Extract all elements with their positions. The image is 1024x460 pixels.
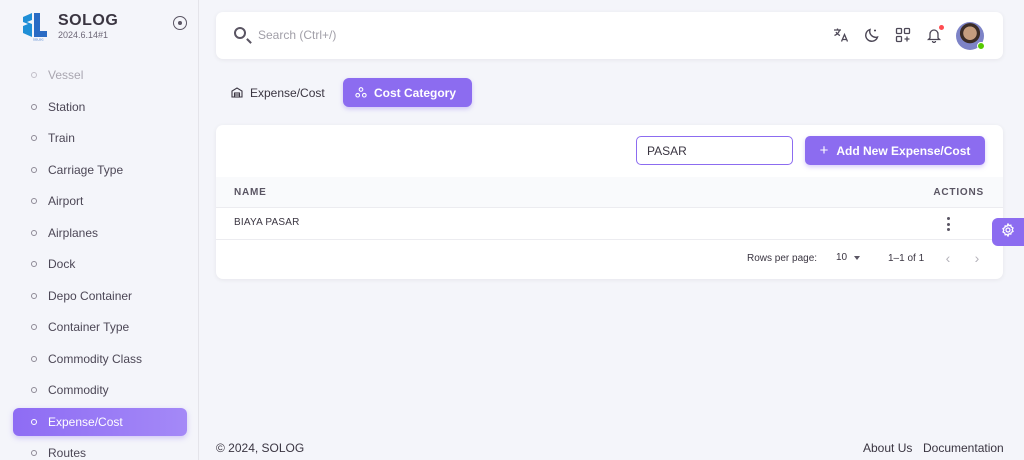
sidebar-item-routes[interactable]: Routes [13, 439, 187, 460]
customizer-toggle[interactable] [992, 218, 1024, 246]
rows-per-page-value: 10 [836, 252, 848, 263]
footer-copyright: © 2024, SOLOG [216, 441, 305, 455]
svg-text:SOLOG: SOLOG [33, 38, 44, 42]
column-header-actions: ACTIONS [933, 186, 984, 198]
circle-icon [31, 135, 37, 141]
warehouse-icon [231, 87, 243, 98]
circle-icon [31, 355, 37, 362]
sidebar-item-airplanes[interactable]: Airplanes [13, 219, 187, 247]
brand[interactable]: SOLOG SOLOG 2024.6.14#1 [20, 8, 118, 44]
circle-icon [31, 418, 37, 425]
sidebar-item-label: Dock [48, 257, 76, 271]
circle-icon [31, 261, 37, 267]
gear-icon [1001, 222, 1015, 242]
circle-icon [31, 166, 37, 173]
sidebar-item-depo-container[interactable]: Depo Container [13, 282, 187, 310]
apps-add-icon[interactable] [893, 25, 913, 45]
sidebar-item-commodity-class[interactable]: Commodity Class [13, 345, 187, 373]
more-vertical-icon[interactable] [942, 215, 954, 233]
sidebar-item-vessel[interactable]: Vessel [13, 61, 187, 89]
circle-icon [31, 72, 37, 78]
sidebar-item-expense-cost[interactable]: Expense/Cost [13, 407, 187, 436]
sidebar-item-train[interactable]: Train [13, 124, 187, 152]
tab-expense-cost[interactable]: Expense/Cost [216, 78, 340, 107]
sidebar-item-commodity[interactable]: Commodity [13, 376, 187, 404]
circle-icon [31, 103, 37, 110]
sidebar-item-label: Train [48, 131, 75, 145]
tab-cost-category[interactable]: Cost Category [343, 78, 472, 107]
chevron-left-icon[interactable]: ‹ [941, 250, 955, 266]
sidebar-item-label: Vessel [48, 68, 84, 82]
table-row[interactable]: BIAYA PASAR [216, 207, 1003, 240]
sidebar-item-label: Airport [48, 194, 84, 208]
pagination-range: 1–1 of 1 [888, 253, 925, 264]
circle-icon [31, 292, 37, 299]
collapse-sidebar-icon[interactable] [173, 16, 187, 30]
add-button-label: Add New Expense/Cost [836, 143, 971, 158]
sidebar-item-carriage-type[interactable]: Carriage Type [13, 156, 187, 184]
sidebar-item-station[interactable]: Station [13, 93, 187, 121]
moon-icon[interactable] [862, 25, 882, 45]
caret-down-icon [854, 255, 861, 260]
footer-link-about-us[interactable]: About Us [863, 441, 912, 455]
sidebar-item-dock[interactable]: Dock [13, 250, 187, 278]
table-header: NAME ACTIONS [216, 177, 1003, 207]
sidebar-item-label: Commodity Class [48, 351, 143, 366]
pagination: Rows per page: 10 1–1 of 1 ‹ › [216, 240, 1003, 279]
chevron-right-icon[interactable]: › [970, 250, 984, 266]
solog-logo: SOLOG [20, 11, 50, 42]
filter-input[interactable] [636, 136, 793, 165]
footer-link-documentation[interactable]: Documentation [923, 441, 1004, 455]
cell-name: BIAYA PASAR [234, 217, 300, 228]
circle-icon [31, 324, 37, 330]
circle-icon [31, 229, 37, 236]
sidebar-item-label: Station [48, 99, 86, 114]
circle-icon [31, 450, 37, 456]
rows-per-page-label: Rows per page: [747, 253, 818, 264]
translate-icon[interactable] [831, 25, 851, 45]
sidebar-item-container-type[interactable]: Container Type [13, 313, 187, 341]
circle-icon [31, 387, 37, 393]
sidebar-item-label: Routes [48, 446, 87, 460]
sidebar: SOLOG SOLOG 2024.6.14#1 Vessel Station T… [0, 0, 199, 460]
rows-per-page-select[interactable]: 10 [836, 252, 861, 263]
online-status-badge [977, 42, 985, 50]
sidebar-item-label: Expense/Cost [48, 414, 123, 429]
app-version: 2024.6.14#1 [58, 29, 109, 40]
brand-name: SOLOG [58, 11, 119, 29]
sidebar-item-label: Airplanes [48, 225, 99, 240]
sidebar-item-label: Container Type [48, 320, 130, 334]
sidebar-item-label: Depo Container [48, 288, 133, 303]
tab-label: Cost Category [374, 85, 457, 100]
tab-label: Expense/Cost [250, 85, 325, 100]
add-new-expense-cost-button[interactable]: + Add New Expense/Cost [805, 136, 985, 165]
sidebar-item-label: Commodity [48, 383, 109, 397]
sidebar-item-label: Carriage Type [48, 162, 124, 177]
column-header-name[interactable]: NAME [234, 187, 267, 198]
category-icon [355, 87, 367, 98]
notification-badge [939, 25, 944, 30]
search-icon[interactable] [234, 27, 246, 39]
sidebar-item-airport[interactable]: Airport [13, 187, 187, 215]
sidebar-nav: Vessel Station Train Carriage Type Airpo… [13, 61, 187, 460]
plus-icon: + [819, 142, 829, 159]
search-input[interactable] [258, 25, 558, 45]
cost-category-card: + Add New Expense/Cost NAME ACTIONS BIAY… [216, 125, 1003, 279]
topbar [216, 12, 1003, 59]
circle-icon [31, 198, 37, 204]
